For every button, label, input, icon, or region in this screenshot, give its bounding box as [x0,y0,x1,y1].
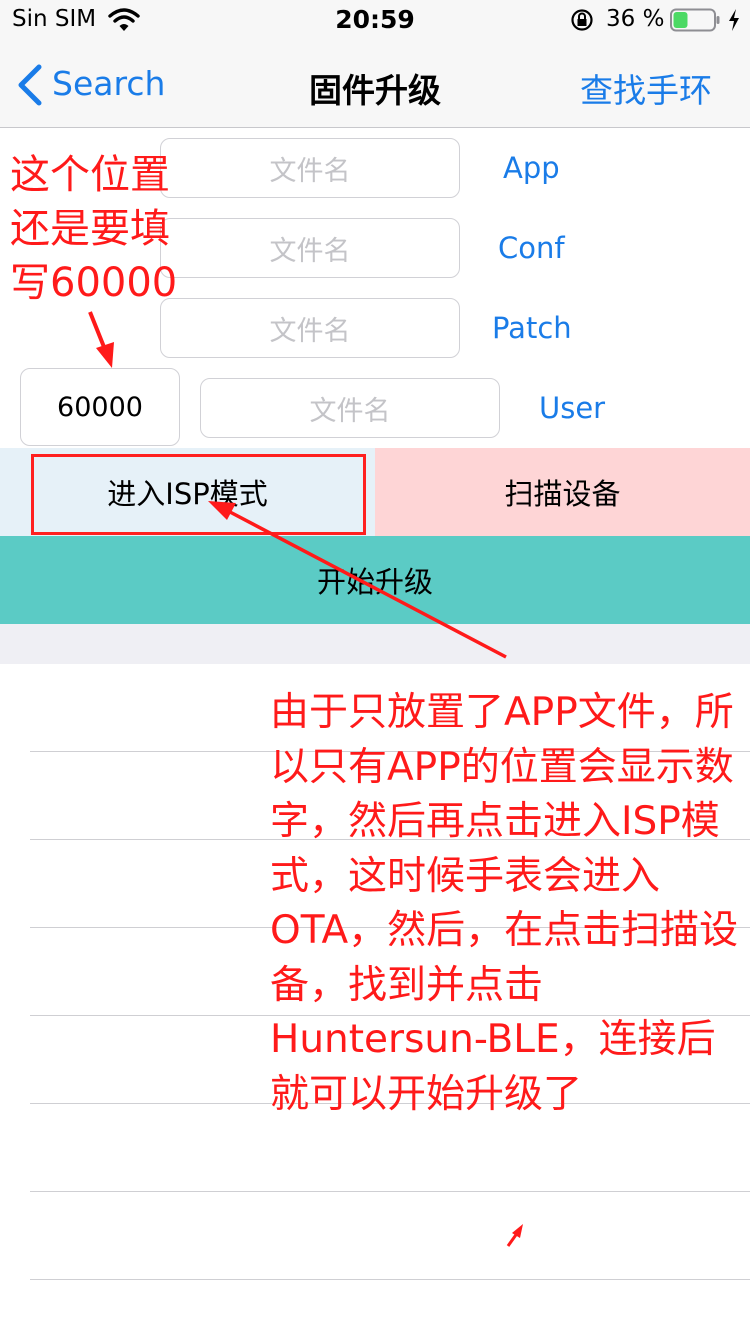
arrow-to-number-input-icon [88,311,114,368]
small-arrow-icon [506,1224,523,1247]
annotation-arrows [88,311,523,1247]
arrow-to-isp-button-icon [208,501,507,659]
